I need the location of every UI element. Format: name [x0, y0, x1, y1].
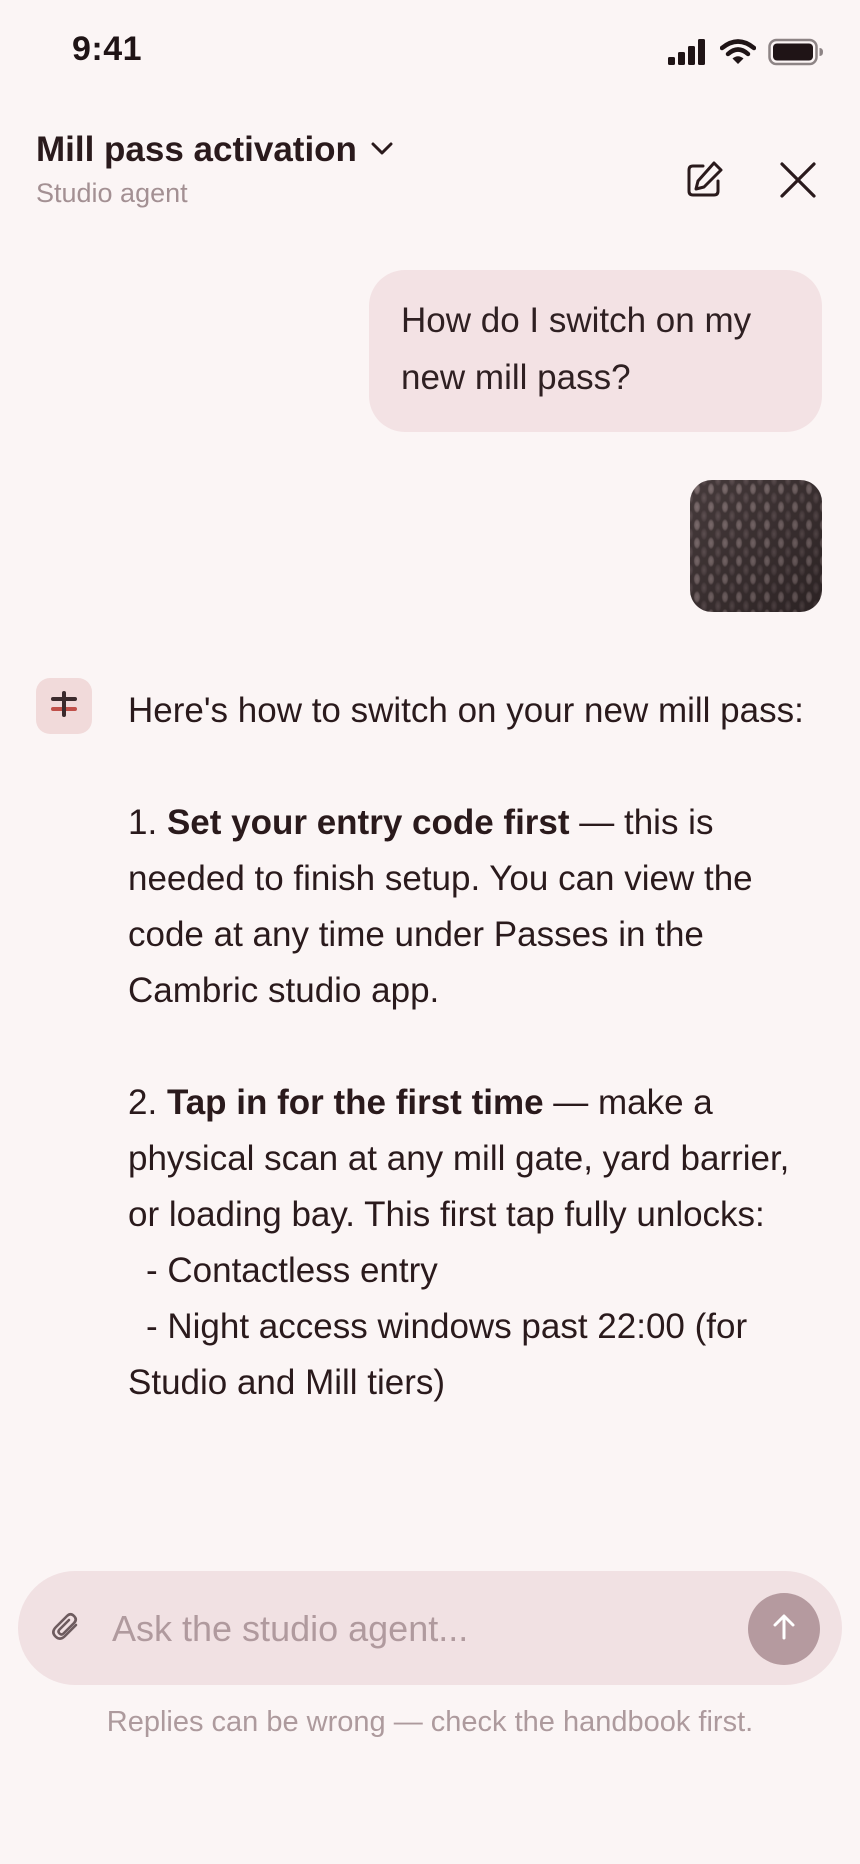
- chevron-down-icon: [369, 138, 395, 163]
- wifi-icon: [719, 39, 757, 70]
- send-button[interactable]: [748, 1593, 820, 1665]
- bullet-item: - Night access windows past 22:00 (for S…: [128, 1307, 748, 1402]
- agent-intro: Here's how to switch on your new mill pa…: [128, 691, 804, 730]
- disclaimer-text: Replies can be wrong — check the handboo…: [106, 1706, 754, 1738]
- agent-avatar: [36, 678, 92, 734]
- status-icons: [668, 38, 824, 71]
- close-button[interactable]: [770, 154, 826, 210]
- new-chat-button[interactable]: [676, 154, 732, 210]
- agent-message: Here's how to switch on your new mill pa…: [128, 683, 828, 1411]
- status-time: 9:41: [72, 30, 143, 68]
- signal-icon: [668, 39, 708, 70]
- close-icon: [778, 160, 818, 205]
- chat-header: Mill pass activation Studio agent: [36, 130, 826, 230]
- agent-step-2: 2. Tap in for the first time — make a ph…: [128, 1075, 828, 1243]
- attachment-image-thumbnail[interactable]: [690, 480, 822, 612]
- message-composer: [18, 1571, 842, 1685]
- status-bar: 9:41: [0, 0, 860, 110]
- step-1-number: 1.: [128, 803, 158, 842]
- agent-step-1: 1. Set your entry code first — this is n…: [128, 795, 828, 1019]
- arrow-up-icon: [768, 1611, 800, 1648]
- battery-icon: [768, 38, 824, 71]
- page-title: Mill pass activation: [36, 130, 357, 169]
- agent-logo-icon: [47, 687, 81, 726]
- step-2-number: 2.: [128, 1083, 158, 1122]
- user-message-bubble: How do I switch on my new mill pass?: [369, 270, 822, 432]
- message-input[interactable]: [110, 1599, 734, 1659]
- bullet-item: - Contactless entry: [146, 1251, 438, 1290]
- paperclip-icon: [49, 1610, 83, 1649]
- step-2-title: Tap in for the first time: [166, 1083, 544, 1122]
- attach-button[interactable]: [44, 1607, 88, 1651]
- compose-icon: [683, 159, 725, 206]
- step-1-title: Set your entry code first: [166, 803, 570, 842]
